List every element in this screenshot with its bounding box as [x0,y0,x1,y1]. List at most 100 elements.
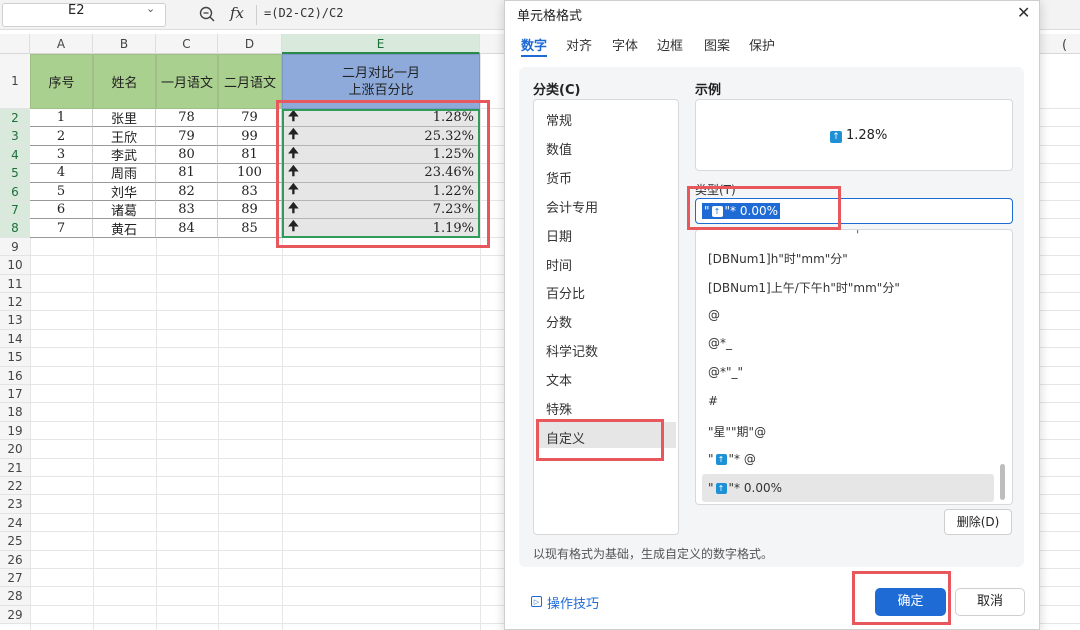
row-header[interactable]: 20 [0,440,30,459]
table-cell[interactable]: 4 [30,164,93,183]
row-header[interactable]: 25 [0,532,30,551]
table-cell[interactable]: 84 [156,219,218,238]
category-item[interactable]: 日期 [546,226,572,245]
category-item[interactable]: 分数 [546,312,572,331]
tab-alignment[interactable]: 对齐 [566,35,592,54]
table-cell[interactable]: 王欣 [93,127,156,146]
column-header-c[interactable]: C [156,34,218,54]
category-item[interactable]: 常规 [546,110,572,129]
table-cell[interactable]: 85 [218,219,282,238]
table-cell[interactable]: 81 [218,145,282,165]
header-cell-index[interactable]: 序号 [30,54,93,109]
row-header[interactable]: 5 [0,164,30,183]
tips-icon[interactable]: ▷ [531,596,542,607]
row-header[interactable]: 6 [0,182,30,201]
row-header[interactable]: 10 [0,256,30,275]
table-cell[interactable]: 李武 [93,145,156,165]
table-cell[interactable]: 5 [30,182,93,201]
row-header[interactable]: 12 [0,293,30,312]
row-header[interactable]: 23 [0,495,30,514]
tab-font[interactable]: 字体 [612,35,638,54]
select-all-corner[interactable] [0,34,30,54]
row-header[interactable]: 15 [0,348,30,367]
row-header[interactable]: 11 [0,274,30,293]
column-header-e[interactable]: E [282,34,480,54]
row-header[interactable]: 1 [0,54,30,109]
format-list[interactable]: ' [DBNum1]h"时"mm"分" [DBNum1]上午/下午h"时"mm"分… [695,229,1013,505]
row-header[interactable]: 17 [0,385,30,404]
format-item[interactable]: # [708,394,718,408]
header-cell-feb-chinese[interactable]: 二月语文 [218,54,282,109]
zoom-icon[interactable] [198,5,216,23]
table-cell[interactable]: 黄石 [93,219,156,238]
table-cell[interactable]: 1 [30,109,93,128]
format-item[interactable]: [DBNum1]上午/下午h"时"mm"分" [708,279,900,296]
table-cell[interactable]: 99 [218,127,282,146]
tab-number[interactable]: 数字 [521,35,547,54]
format-item[interactable]: @*"_" [708,365,743,379]
category-item[interactable]: 会计专用 [546,197,598,216]
row-header[interactable]: 8 [0,219,30,238]
row-header[interactable]: 7 [0,201,30,220]
category-item[interactable]: 数值 [546,139,572,158]
row-header[interactable]: 2 [0,109,30,128]
close-icon[interactable]: ✕ [1017,3,1030,22]
format-item[interactable]: @ [708,308,720,322]
tab-border[interactable]: 边框 [657,35,683,54]
tips-link[interactable]: 操作技巧 [547,593,599,612]
row-header[interactable]: 28 [0,587,30,606]
tab-protection[interactable]: 保护 [749,35,775,54]
format-item[interactable]: @*_ [708,336,732,350]
row-header[interactable]: 4 [0,145,30,165]
table-cell[interactable]: 3 [30,145,93,165]
category-list[interactable]: 常规 数值 货币 会计专用 日期 时间 百分比 分数 科学记数 文本 特殊 自定义 [533,99,679,535]
delete-button[interactable]: 删除(D) [944,509,1012,535]
row-header[interactable]: 27 [0,569,30,588]
table-cell[interactable]: 刘华 [93,182,156,201]
table-cell[interactable]: 78 [156,109,218,128]
column-header-b[interactable]: B [93,34,156,54]
row-header[interactable]: 24 [0,513,30,533]
format-item-icon-text[interactable]: " ↑ "* @ [708,452,756,466]
table-cell[interactable]: 82 [156,182,218,201]
category-item[interactable]: 货币 [546,168,572,187]
fx-icon[interactable]: fx [230,4,244,22]
tab-pattern[interactable]: 图案 [704,35,730,54]
row-header[interactable]: 21 [0,458,30,477]
table-cell[interactable]: 2 [30,127,93,146]
row-header[interactable]: 14 [0,329,30,349]
table-cell[interactable]: 诸葛 [93,201,156,220]
category-item[interactable]: 文本 [546,370,572,389]
row-header[interactable]: 19 [0,421,30,441]
table-cell[interactable]: 81 [156,164,218,183]
category-item[interactable]: 特殊 [546,399,572,418]
table-cell[interactable]: 6 [30,201,93,220]
format-item[interactable]: [DBNum1]h"时"mm"分" [708,250,848,267]
category-item[interactable]: 科学记数 [546,341,598,360]
formula-input[interactable]: =(D2-C2)/C2 [264,6,343,20]
category-item[interactable]: 百分比 [546,283,585,302]
row-header[interactable]: 3 [0,127,30,146]
table-cell[interactable]: 83 [218,182,282,201]
table-cell[interactable]: 83 [156,201,218,220]
chevron-down-icon[interactable]: ⌄ [146,2,155,15]
table-cell[interactable]: 79 [156,127,218,146]
row-header[interactable]: 22 [0,477,30,496]
row-header[interactable]: 13 [0,311,30,330]
table-cell[interactable]: 100 [218,164,282,183]
table-cell[interactable]: 79 [218,109,282,128]
row-header[interactable]: 18 [0,403,30,422]
format-item-icon-percent[interactable]: " ↑ "* 0.00% [708,481,782,495]
cancel-button[interactable]: 取消 [955,588,1025,616]
header-cell-jan-chinese[interactable]: 一月语文 [156,54,218,109]
table-cell[interactable]: 89 [218,201,282,220]
table-cell[interactable]: 张里 [93,109,156,128]
format-item[interactable]: "星""期"@ [708,423,766,440]
header-cell-name[interactable]: 姓名 [93,54,156,109]
table-cell[interactable]: 80 [156,145,218,165]
column-header-a[interactable]: A [30,34,93,54]
scrollbar-thumb[interactable] [1000,464,1005,500]
table-cell[interactable]: 周雨 [93,164,156,183]
row-header[interactable]: 9 [0,237,30,257]
row-header[interactable]: 26 [0,550,30,569]
